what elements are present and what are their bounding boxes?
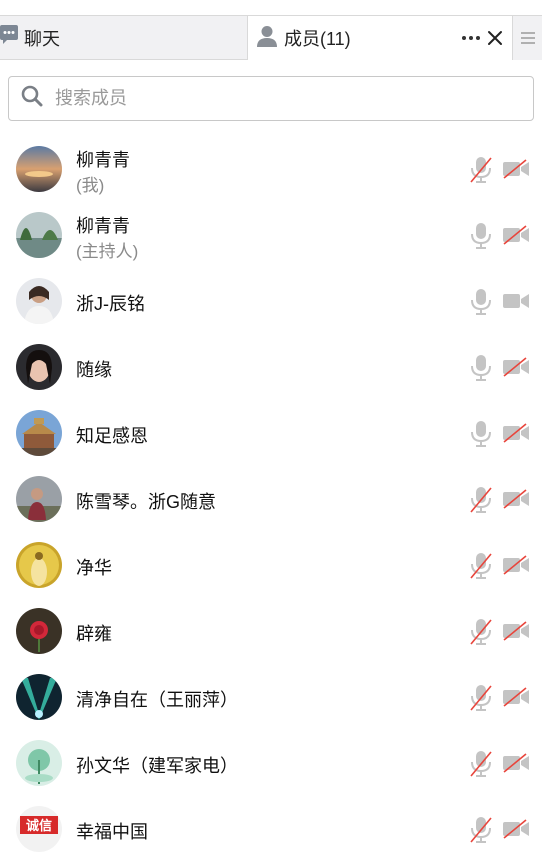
tab-bar: 聊天 成员(11) (0, 16, 542, 60)
mic-muted-icon[interactable] (468, 552, 494, 580)
camera-icon[interactable] (502, 290, 530, 312)
mic-icon[interactable] (468, 222, 494, 250)
mic-muted-icon[interactable] (468, 684, 494, 712)
member-avatar (16, 212, 62, 258)
tab-chat-label: 聊天 (24, 28, 60, 49)
window-top-strip (0, 0, 542, 16)
camera-off-icon[interactable] (502, 554, 530, 576)
member-name: 孙文华（建军家电） (76, 756, 238, 776)
tab-chat[interactable]: 聊天 (0, 16, 248, 59)
member-row[interactable]: 柳青青 (我) (0, 136, 542, 202)
camera-off-icon[interactable] (502, 158, 530, 180)
member-avatar (16, 542, 62, 588)
member-list: 柳青青 (我) 柳青青 (主持人) 浙J-辰铭随缘知足感恩陈雪琴。浙G随意 净华辟雍清净自… (0, 136, 542, 862)
mic-muted-icon[interactable] (468, 156, 494, 184)
mic-muted-icon[interactable] (468, 816, 494, 844)
member-name: 陈雪琴。浙G随意 (76, 492, 217, 512)
person-icon (256, 25, 278, 52)
camera-off-icon[interactable] (502, 356, 530, 378)
search-icon (21, 85, 43, 112)
member-avatar (16, 344, 62, 390)
tab-members-label: 成员(11) (284, 29, 351, 49)
camera-off-icon[interactable] (502, 686, 530, 708)
mic-muted-icon[interactable] (468, 750, 494, 778)
member-row[interactable]: 孙文华（建军家电） (0, 730, 542, 796)
member-name: 知足感恩 (76, 426, 148, 446)
avatar-text: 诚信 (26, 818, 52, 834)
member-name: 幸福中国 (76, 822, 148, 842)
camera-off-icon[interactable] (502, 818, 530, 840)
member-avatar (16, 608, 62, 654)
member-name: 辟雍 (76, 624, 112, 644)
camera-off-icon[interactable] (502, 422, 530, 444)
camera-off-icon[interactable] (502, 752, 530, 774)
member-avatar (16, 278, 62, 324)
member-search-box[interactable] (8, 76, 534, 121)
member-row[interactable]: 辟雍 (0, 598, 542, 664)
mic-icon[interactable] (468, 354, 494, 382)
member-name: 随缘 (76, 360, 112, 380)
member-name: 净华 (76, 558, 112, 578)
member-row[interactable]: 诚信 幸福中国 (0, 796, 542, 862)
member-row[interactable]: 清净自在（王丽萍） (0, 664, 542, 730)
member-row[interactable]: 净华 (0, 532, 542, 598)
hamburger-menu-icon[interactable] (512, 16, 542, 60)
member-avatar: 诚信 (16, 806, 62, 852)
member-row[interactable]: 知足感恩 (0, 400, 542, 466)
mic-icon[interactable] (468, 288, 494, 316)
member-avatar (16, 476, 62, 522)
member-row[interactable]: 浙J-辰铭 (0, 268, 542, 334)
mic-icon[interactable] (468, 420, 494, 448)
member-avatar (16, 740, 62, 786)
mic-muted-icon[interactable] (468, 486, 494, 514)
member-avatar (16, 146, 62, 192)
member-role: (主持人) (76, 242, 139, 261)
close-icon[interactable] (484, 25, 506, 51)
member-name: 浙J-辰铭 (76, 294, 145, 314)
member-row[interactable]: 柳青青 (主持人) (0, 202, 542, 268)
camera-off-icon[interactable] (502, 488, 530, 510)
member-avatar (16, 410, 62, 456)
camera-off-icon[interactable] (502, 224, 530, 246)
member-name: 清净自在（王丽萍） (76, 690, 238, 710)
member-avatar (16, 674, 62, 720)
more-options-icon[interactable] (458, 25, 484, 51)
member-name: 柳青青 (76, 216, 130, 236)
member-role: (我) (76, 176, 105, 195)
search-input[interactable] (55, 88, 495, 109)
chat-bubble-icon (0, 25, 18, 50)
member-row[interactable]: 随缘 (0, 334, 542, 400)
camera-off-icon[interactable] (502, 620, 530, 642)
member-name: 柳青青 (76, 150, 130, 170)
member-row[interactable]: 陈雪琴。浙G随意 (0, 466, 542, 532)
mic-muted-icon[interactable] (468, 618, 494, 646)
